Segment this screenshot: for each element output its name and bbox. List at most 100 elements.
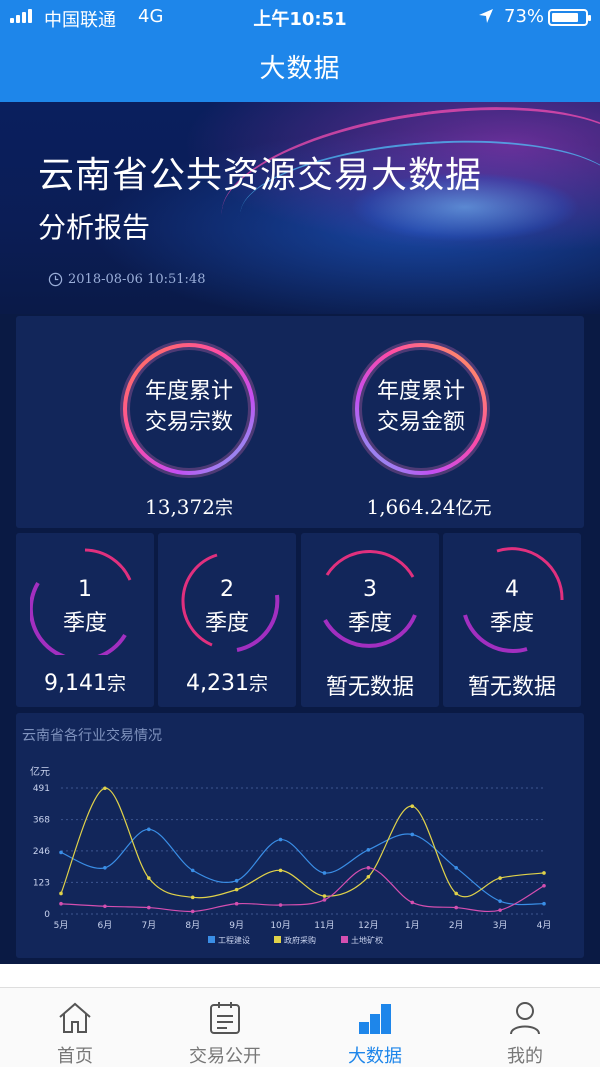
data-point <box>366 874 371 879</box>
data-point <box>147 827 151 832</box>
legend-swatch <box>341 936 348 943</box>
data-point <box>59 850 63 855</box>
quarter-number: 3 <box>363 577 377 602</box>
quarter-card-3[interactable]: 3 季度 暂无数据 <box>301 533 439 707</box>
legend-label: 工程建设 <box>218 935 250 945</box>
data-point <box>278 868 283 873</box>
bigdata-icon <box>359 1004 391 1034</box>
annual-count-value: 13,372宗 <box>145 495 233 519</box>
battery-icon <box>548 9 591 26</box>
tab-label: 交易公开 <box>189 1046 261 1067</box>
x-tick-label: 2月 <box>449 920 464 931</box>
ring-label: 年度累计 <box>376 379 465 404</box>
x-tick-label: 5月 <box>54 920 69 931</box>
data-point <box>190 909 195 914</box>
data-point <box>542 883 546 888</box>
x-tick-label: 11月 <box>314 920 334 931</box>
series-line-2 <box>60 867 545 913</box>
y-tick-label: 368 <box>33 816 50 826</box>
data-point <box>410 832 415 837</box>
industry-line-chart: 亿元 0 123 246 368 491 5月 6月 7月 8月 9月 10月 11月 12月 1月 2月 3月… <box>30 765 552 945</box>
tab-mine[interactable]: 我的 <box>450 988 600 1067</box>
tab-trade-public[interactable]: 交易公开 <box>150 988 300 1067</box>
quarter-number: 4 <box>505 577 519 602</box>
hero-banner: 云南省公共资源交易大数据 分析报告 2018-08-06 10:51:48 <box>0 102 600 314</box>
quarter-value: 暂无数据 <box>325 675 414 700</box>
ring-label: 交易宗数 <box>144 410 233 435</box>
data-point <box>234 878 239 883</box>
data-point <box>498 908 502 912</box>
x-tick-label: 12月 <box>358 920 378 931</box>
tab-label: 我的 <box>507 1046 543 1067</box>
clipboard-icon <box>210 1002 240 1034</box>
x-tick-label: 3月 <box>493 920 508 931</box>
user-icon <box>510 1002 540 1035</box>
data-point <box>454 905 458 910</box>
annual-amount-value: 1,664.24亿元 <box>366 495 492 519</box>
y-tick-label: 123 <box>33 878 50 888</box>
industry-chart-card: 云南省各行业交易情况 亿元 0 123 246 368 491 5月 6月 7月 8月 9月 10月 1… <box>16 713 584 958</box>
home-icon <box>59 1002 91 1033</box>
annual-summary-card: 年度累计 交易宗数 年度累计 交易金额 13,372宗 1,664.24亿元 <box>16 316 584 528</box>
clock-icon <box>48 272 63 287</box>
top-bar: 中国联通 4G 上午10:51 73% 大数据 <box>0 0 600 102</box>
tab-label: 大数据 <box>348 1046 402 1067</box>
data-point <box>454 866 458 870</box>
quarter-card-4[interactable]: 4 季度 暂无数据 <box>443 533 581 707</box>
hero-title: 云南省公共资源交易大数据 <box>38 155 483 196</box>
battery-percent: 73% <box>504 6 545 27</box>
annual-amount-ring[interactable]: 年度累计 交易金额 <box>346 334 496 484</box>
data-point <box>234 901 239 906</box>
x-tick-label: 7月 <box>141 920 156 931</box>
legend-swatch <box>208 936 215 943</box>
data-point <box>103 786 107 791</box>
data-point <box>278 903 283 907</box>
status-bar: 中国联通 4G 上午10:51 73% <box>0 0 600 34</box>
x-tick-label: 1月 <box>405 920 420 931</box>
data-point <box>59 901 63 906</box>
data-point <box>454 891 458 896</box>
data-point <box>366 866 371 870</box>
report-datetime: 2018-08-06 10:51:48 <box>48 272 205 287</box>
data-point <box>59 891 63 896</box>
data-point <box>410 900 415 905</box>
location-arrow-icon <box>479 9 493 23</box>
quarter-value: 暂无数据 <box>467 675 556 700</box>
data-point <box>234 887 239 892</box>
data-point <box>103 866 107 870</box>
datetime-text: 2018-08-06 10:51:48 <box>68 272 206 287</box>
data-point <box>147 905 151 910</box>
data-point <box>498 899 502 903</box>
quarter-value: 4,231宗 <box>186 671 268 696</box>
annual-count-ring[interactable]: 年度累计 交易宗数 <box>114 334 264 484</box>
quarter-label: 季度 <box>489 611 534 636</box>
tab-home[interactable]: 首页 <box>0 988 150 1067</box>
quarter-value: 9,141宗 <box>44 671 126 696</box>
data-point <box>322 894 327 898</box>
tab-bigdata[interactable]: 大数据 <box>300 988 450 1067</box>
data-point <box>322 871 327 875</box>
data-point <box>366 848 371 852</box>
quarter-label: 季度 <box>204 611 249 636</box>
y-axis-unit: 亿元 <box>30 765 50 778</box>
x-tick-label: 9月 <box>229 920 244 931</box>
ring-label: 交易金额 <box>376 410 465 435</box>
data-point <box>498 876 502 880</box>
data-point <box>542 871 546 875</box>
x-tick-label: 10月 <box>270 920 290 931</box>
data-point <box>322 898 327 902</box>
legend-label: 政府采购 <box>284 935 316 945</box>
y-tick-label: 491 <box>33 784 50 794</box>
x-tick-label: 4月 <box>537 920 552 931</box>
data-point <box>542 901 546 906</box>
ring-label: 年度累计 <box>144 379 233 404</box>
quarter-card-1[interactable]: 1 季度 9,141宗 <box>16 533 154 707</box>
bottom-tab-bar: 首页 交易公开 大数据 我的 <box>0 987 600 1067</box>
data-point <box>278 837 283 842</box>
quarter-card-2[interactable]: 2 季度 4,231宗 <box>158 533 296 707</box>
y-tick-label: 0 <box>44 910 50 920</box>
quarter-number: 1 <box>78 577 92 602</box>
content-bottom-gap <box>0 964 600 987</box>
quarter-label: 季度 <box>347 611 392 636</box>
quarter-label: 季度 <box>62 611 107 636</box>
